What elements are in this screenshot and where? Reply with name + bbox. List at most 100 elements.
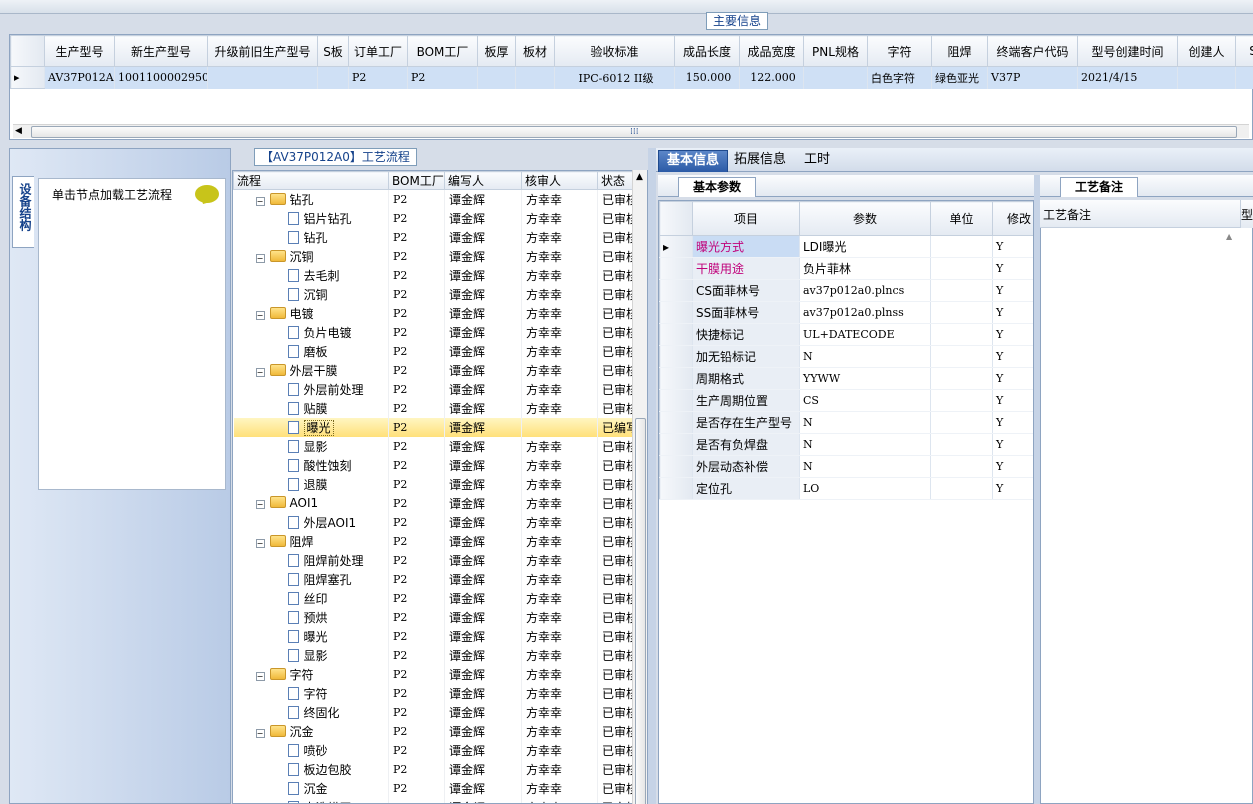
tab-process-notes[interactable]: 工艺备注 — [1060, 177, 1139, 197]
tree-node-cell[interactable]: 铝片钻孔 — [233, 208, 389, 228]
process-notes-area[interactable] — [1040, 200, 1253, 804]
column-header[interactable]: 项目 — [692, 201, 800, 236]
column-header[interactable]: 成品长度 — [674, 35, 740, 67]
tab-work-hours[interactable]: 工时 — [796, 150, 838, 172]
param-value-cell[interactable]: N — [799, 345, 931, 368]
tree-node-cell[interactable]: 钻孔 — [233, 227, 389, 247]
column-header[interactable]: 核审人 — [521, 171, 598, 190]
tree-group-row[interactable]: − 沉金 P2 谭金辉 方幸幸 已审核 — [233, 721, 647, 741]
param-value-cell[interactable]: N — [799, 411, 931, 434]
table-cell[interactable] — [1235, 66, 1253, 89]
tree-node-cell[interactable]: 磨板 — [233, 341, 389, 361]
tree-node-cell[interactable]: 显影 — [233, 436, 389, 456]
tree-group-row[interactable]: − 沉铜 P2 谭金辉 方幸幸 已审核 — [233, 246, 647, 266]
tab-equipment-structure[interactable]: 设备结构 — [12, 176, 34, 248]
column-header[interactable]: 新生产型号 — [114, 35, 208, 67]
tree-group-row[interactable]: − AOI1 P2 谭金辉 方幸幸 已审核 — [233, 493, 647, 513]
table-cell[interactable]: AV37P012A0 — [44, 66, 115, 89]
scroll-left-icon[interactable]: ◀ — [15, 126, 22, 136]
column-header[interactable]: 板材 — [515, 35, 555, 67]
param-value-cell[interactable]: N — [799, 433, 931, 456]
table-row[interactable]: 干膜用途 负片菲林 Y — [659, 257, 1033, 280]
tree-node-cell[interactable]: 沉金 — [233, 778, 389, 798]
tree-node-cell[interactable]: − 沉金 — [233, 721, 389, 741]
param-value-cell[interactable]: av37p012a0.plnss — [799, 301, 931, 324]
column-header[interactable]: 流程 — [233, 171, 389, 190]
tree-step-row[interactable]: 水洗烘干P2谭金辉方幸幸已审核 — [233, 797, 647, 803]
column-header[interactable]: 创建人 — [1177, 35, 1236, 67]
tree-node-cell[interactable]: 贴膜 — [233, 398, 389, 418]
column-header[interactable]: 型号创建时间 — [1077, 35, 1178, 67]
param-value-cell[interactable]: LDI曝光 — [799, 235, 931, 258]
table-row[interactable]: CS面菲林号 av37p012a0.plncs Y — [659, 279, 1033, 302]
table-row[interactable]: 外层动态补偿 N Y — [659, 455, 1033, 478]
tree-group-row[interactable]: − 电镀 P2 谭金辉 方幸幸 已审核 — [233, 303, 647, 323]
tree-step-row[interactable]: 显影 P2 谭金辉 方幸幸 已审核 — [233, 436, 647, 456]
collapse-icon[interactable]: − — [255, 538, 265, 548]
table-row[interactable]: ▸ AV37P012A0 10011000029500 P2 P2 IPC-6012 I… — [10, 66, 1253, 89]
table-cell[interactable]: 绿色亚光 — [931, 66, 988, 89]
tree-node-cell[interactable]: − 外层干膜 — [233, 360, 389, 380]
table-cell[interactable] — [207, 66, 318, 89]
tree-node-cell[interactable]: − 钻孔 — [233, 189, 389, 209]
column-header[interactable]: 订单工厂 — [348, 35, 408, 67]
splitter-vertical[interactable] — [648, 148, 656, 804]
tree-node-cell[interactable]: 曝光 — [233, 417, 389, 437]
table-cell[interactable]: P2 — [407, 66, 478, 89]
table-row[interactable]: 定位孔 LO Y — [659, 477, 1033, 500]
collapse-icon[interactable]: − — [255, 196, 265, 206]
tree-step-row[interactable]: 外层前处理 P2 谭金辉 方幸幸 已审核 — [233, 379, 647, 399]
tab-basic-params[interactable]: 基本参数 — [678, 177, 757, 197]
tree-group-row[interactable]: − 阻焊 P2 谭金辉 方幸幸 已审核 — [233, 531, 647, 551]
column-header[interactable]: S板 — [317, 35, 349, 67]
param-value-cell[interactable]: CS — [799, 389, 931, 412]
tree-step-row[interactable]: 显影 P2 谭金辉 方幸幸 已审核 — [233, 645, 647, 665]
tree-step-row[interactable]: 负片电镀 P2 谭金辉 方幸幸 已审核 — [233, 322, 647, 342]
collapse-icon[interactable]: − — [255, 671, 265, 681]
tab-basic-info[interactable]: 基本信息 — [658, 150, 729, 172]
tree-group-row[interactable]: − 字符 P2 谭金辉 方幸幸 已审核 — [233, 664, 647, 684]
tree-step-row[interactable]: 去毛刺 P2 谭金辉 方幸幸 已审核 — [233, 265, 647, 285]
tree-step-row[interactable]: 酸性蚀刻 P2 谭金辉 方幸幸 已审核 — [233, 455, 647, 475]
table-row[interactable]: 是否存在生产型号 N Y — [659, 411, 1033, 434]
table-row[interactable]: 周期格式 YYWW Y — [659, 367, 1033, 390]
tree-node-cell[interactable]: 负片电镀 — [233, 322, 389, 342]
table-cell[interactable]: 122.000 — [739, 66, 804, 89]
table-cell[interactable]: 150.000 — [674, 66, 740, 89]
scroll-up-icon[interactable]: ▲ — [636, 172, 643, 182]
tree-node-cell[interactable]: 预烘 — [233, 607, 389, 627]
table-cell[interactable]: 2021/4/15 — [1077, 66, 1178, 89]
tree-step-row[interactable]: 板边包胶 P2 谭金辉 方幸幸 已审核 — [233, 759, 647, 779]
tree-node-cell[interactable]: 阻焊塞孔 — [233, 569, 389, 589]
table-cell[interactable] — [477, 66, 516, 89]
param-value-cell[interactable]: LO — [799, 477, 931, 500]
column-header[interactable]: 生产型号 — [44, 35, 115, 67]
param-value-cell[interactable]: UL+DATECODE — [799, 323, 931, 346]
table-cell[interactable]: V37P — [987, 66, 1078, 89]
tree-step-row[interactable]: 外层AOI1 P2 谭金辉 方幸幸 已审核 — [233, 512, 647, 532]
tree-node-cell[interactable]: − AOI1 — [233, 493, 389, 513]
param-value-cell[interactable]: 负片菲林 — [799, 257, 931, 280]
collapse-icon[interactable]: − — [255, 728, 265, 738]
table-cell[interactable]: IPC-6012 II级 — [554, 66, 675, 89]
tree-node-cell[interactable]: 终固化 — [233, 702, 389, 722]
tree-node-cell[interactable]: 外层前处理 — [233, 379, 389, 399]
column-header[interactable]: 板厚 — [477, 35, 516, 67]
collapse-icon[interactable]: − — [255, 500, 265, 509]
column-header[interactable]: BOM工厂 — [407, 35, 478, 67]
tree-node-cell[interactable]: 酸性蚀刻 — [233, 455, 389, 475]
collapse-icon[interactable]: − — [255, 310, 265, 320]
table-row[interactable]: 加无铅标记 N Y — [659, 345, 1033, 368]
tree-node-cell[interactable]: 阻焊前处理 — [233, 550, 389, 570]
tree-step-row[interactable]: 曝光 P2 谭金辉 方幸幸 已审核 — [233, 626, 647, 646]
tree-node-cell[interactable]: 曝光 — [233, 626, 389, 646]
tree-node-cell[interactable]: − 沉铜 — [233, 246, 389, 266]
tree-node-cell[interactable]: 外层AOI1 — [233, 512, 389, 532]
column-header[interactable]: 单位 — [930, 201, 993, 236]
tree-node-cell[interactable]: 丝印 — [233, 588, 389, 608]
table-cell[interactable]: 白色字符 — [867, 66, 932, 89]
tree-node-cell[interactable]: − 阻焊 — [233, 531, 389, 551]
process-flow-tree[interactable]: 流程 BOM工厂 编写人 核审人 状态 − 钻孔 P2 谭金辉 方幸幸 已审核 铝片钻孔 P2 谭金辉方… — [232, 170, 648, 804]
tree-step-row[interactable]: 阻焊塞孔 P2 谭金辉 方幸幸 已审核 — [233, 569, 647, 589]
tree-node-cell[interactable]: 板边包胶 — [233, 759, 389, 779]
